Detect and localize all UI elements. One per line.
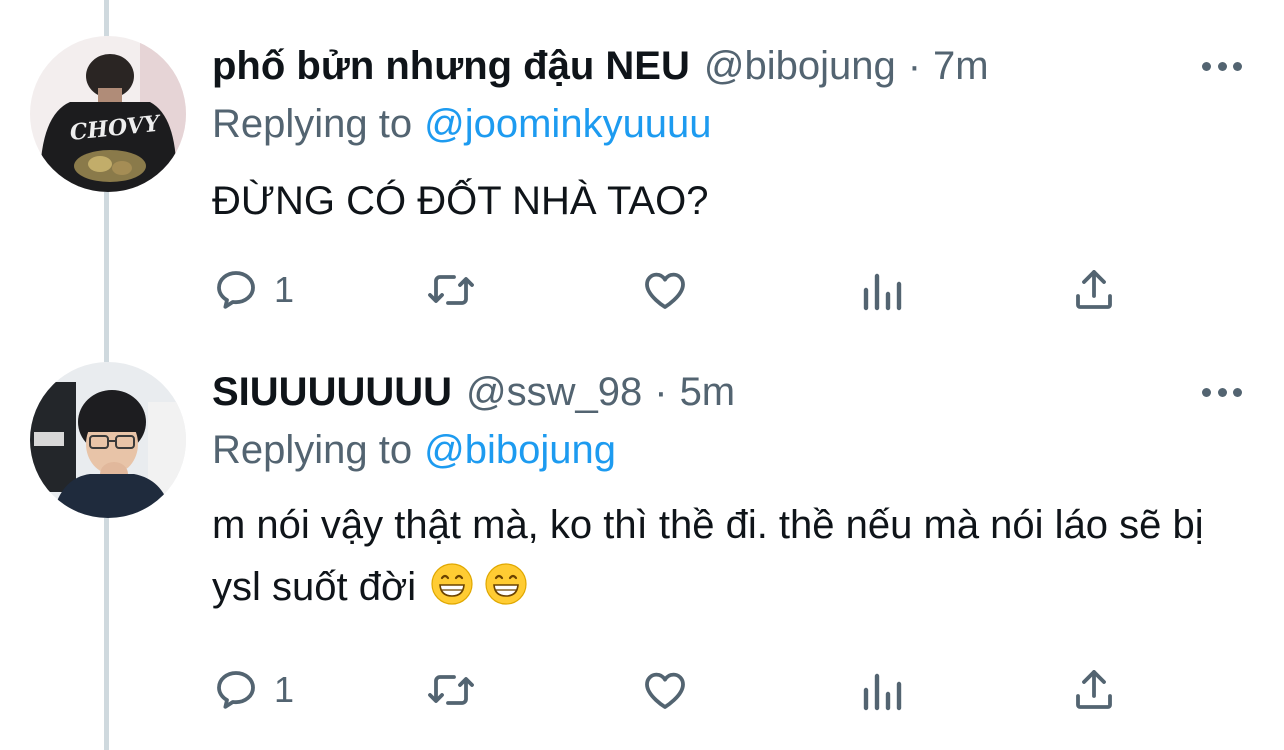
tweet[interactable]: SIUUUUUUU @ssw_98 · 5m Replying to @biboj… (0, 330, 1284, 750)
separator-dot: · (907, 44, 922, 88)
replying-to: Replying to @joominkyuuuu (212, 98, 712, 150)
views-button[interactable] (860, 262, 904, 318)
tweet-text: m nói vậy thật mà, ko thì thề đi. thề nế… (212, 503, 1204, 609)
retweet-button[interactable] (424, 662, 478, 718)
retweet-icon (428, 275, 474, 305)
reply-icon (217, 271, 255, 309)
replying-label: Replying to (212, 102, 413, 146)
heart-icon (645, 672, 685, 709)
analytics-icon (863, 673, 902, 711)
tweet-header: SIUUUUUUU @ssw_98 · 5m (212, 366, 735, 418)
views-button[interactable] (860, 662, 904, 718)
avatar[interactable]: CHOVY (30, 36, 186, 192)
retweet-button[interactable] (424, 262, 478, 318)
user-handle[interactable]: @bibojung (704, 40, 896, 92)
timestamp[interactable]: 5m (680, 366, 736, 418)
tweet-text: ĐỪNG CÓ ĐỐT NHÀ TAO? (212, 179, 709, 223)
tweet-actions: 1 (212, 662, 1212, 718)
tweet-actions: 1 (212, 262, 1212, 318)
mention-link[interactable]: @joominkyuuuu (424, 102, 711, 146)
tweet-header: phố bửn nhưng đậu NEU @bibojung · 7m (212, 40, 989, 92)
avatar[interactable] (30, 362, 186, 518)
reply-icon (217, 671, 255, 709)
display-name[interactable]: SIUUUUUUU (212, 366, 452, 418)
more-dots-icon[interactable] (1202, 56, 1242, 76)
more-dots-icon[interactable] (1202, 382, 1242, 402)
reply-count: 1 (274, 269, 295, 310)
separator-dot: · (654, 370, 668, 414)
grinning-face-icon (485, 563, 527, 605)
share-icon (1076, 670, 1112, 709)
mention-link[interactable]: @bibojung (424, 428, 616, 472)
display-name[interactable]: phố bửn nhưng đậu NEU (212, 40, 690, 92)
share-button[interactable] (1070, 662, 1118, 718)
replying-label: Replying to (212, 428, 413, 472)
tweet-text-container: m nói vậy thật mà, ko thì thề đi. thề nế… (212, 494, 1252, 618)
reply-button[interactable]: 1 (212, 262, 294, 318)
heart-icon (645, 272, 685, 309)
replying-to: Replying to @bibojung (212, 424, 616, 476)
like-button[interactable] (640, 662, 690, 718)
share-icon (1076, 270, 1112, 309)
reply-button[interactable]: 1 (212, 662, 294, 718)
user-handle[interactable]: @ssw_98 (466, 366, 642, 418)
retweet-icon (428, 675, 474, 705)
reply-count: 1 (274, 669, 295, 710)
tweet[interactable]: CHOVY phố bửn nhưng đậu NEU @bibojung · … (0, 0, 1284, 330)
like-button[interactable] (640, 262, 690, 318)
share-button[interactable] (1070, 262, 1118, 318)
grinning-face-icon (431, 563, 473, 605)
analytics-icon (863, 273, 902, 311)
timestamp[interactable]: 7m (933, 40, 989, 92)
